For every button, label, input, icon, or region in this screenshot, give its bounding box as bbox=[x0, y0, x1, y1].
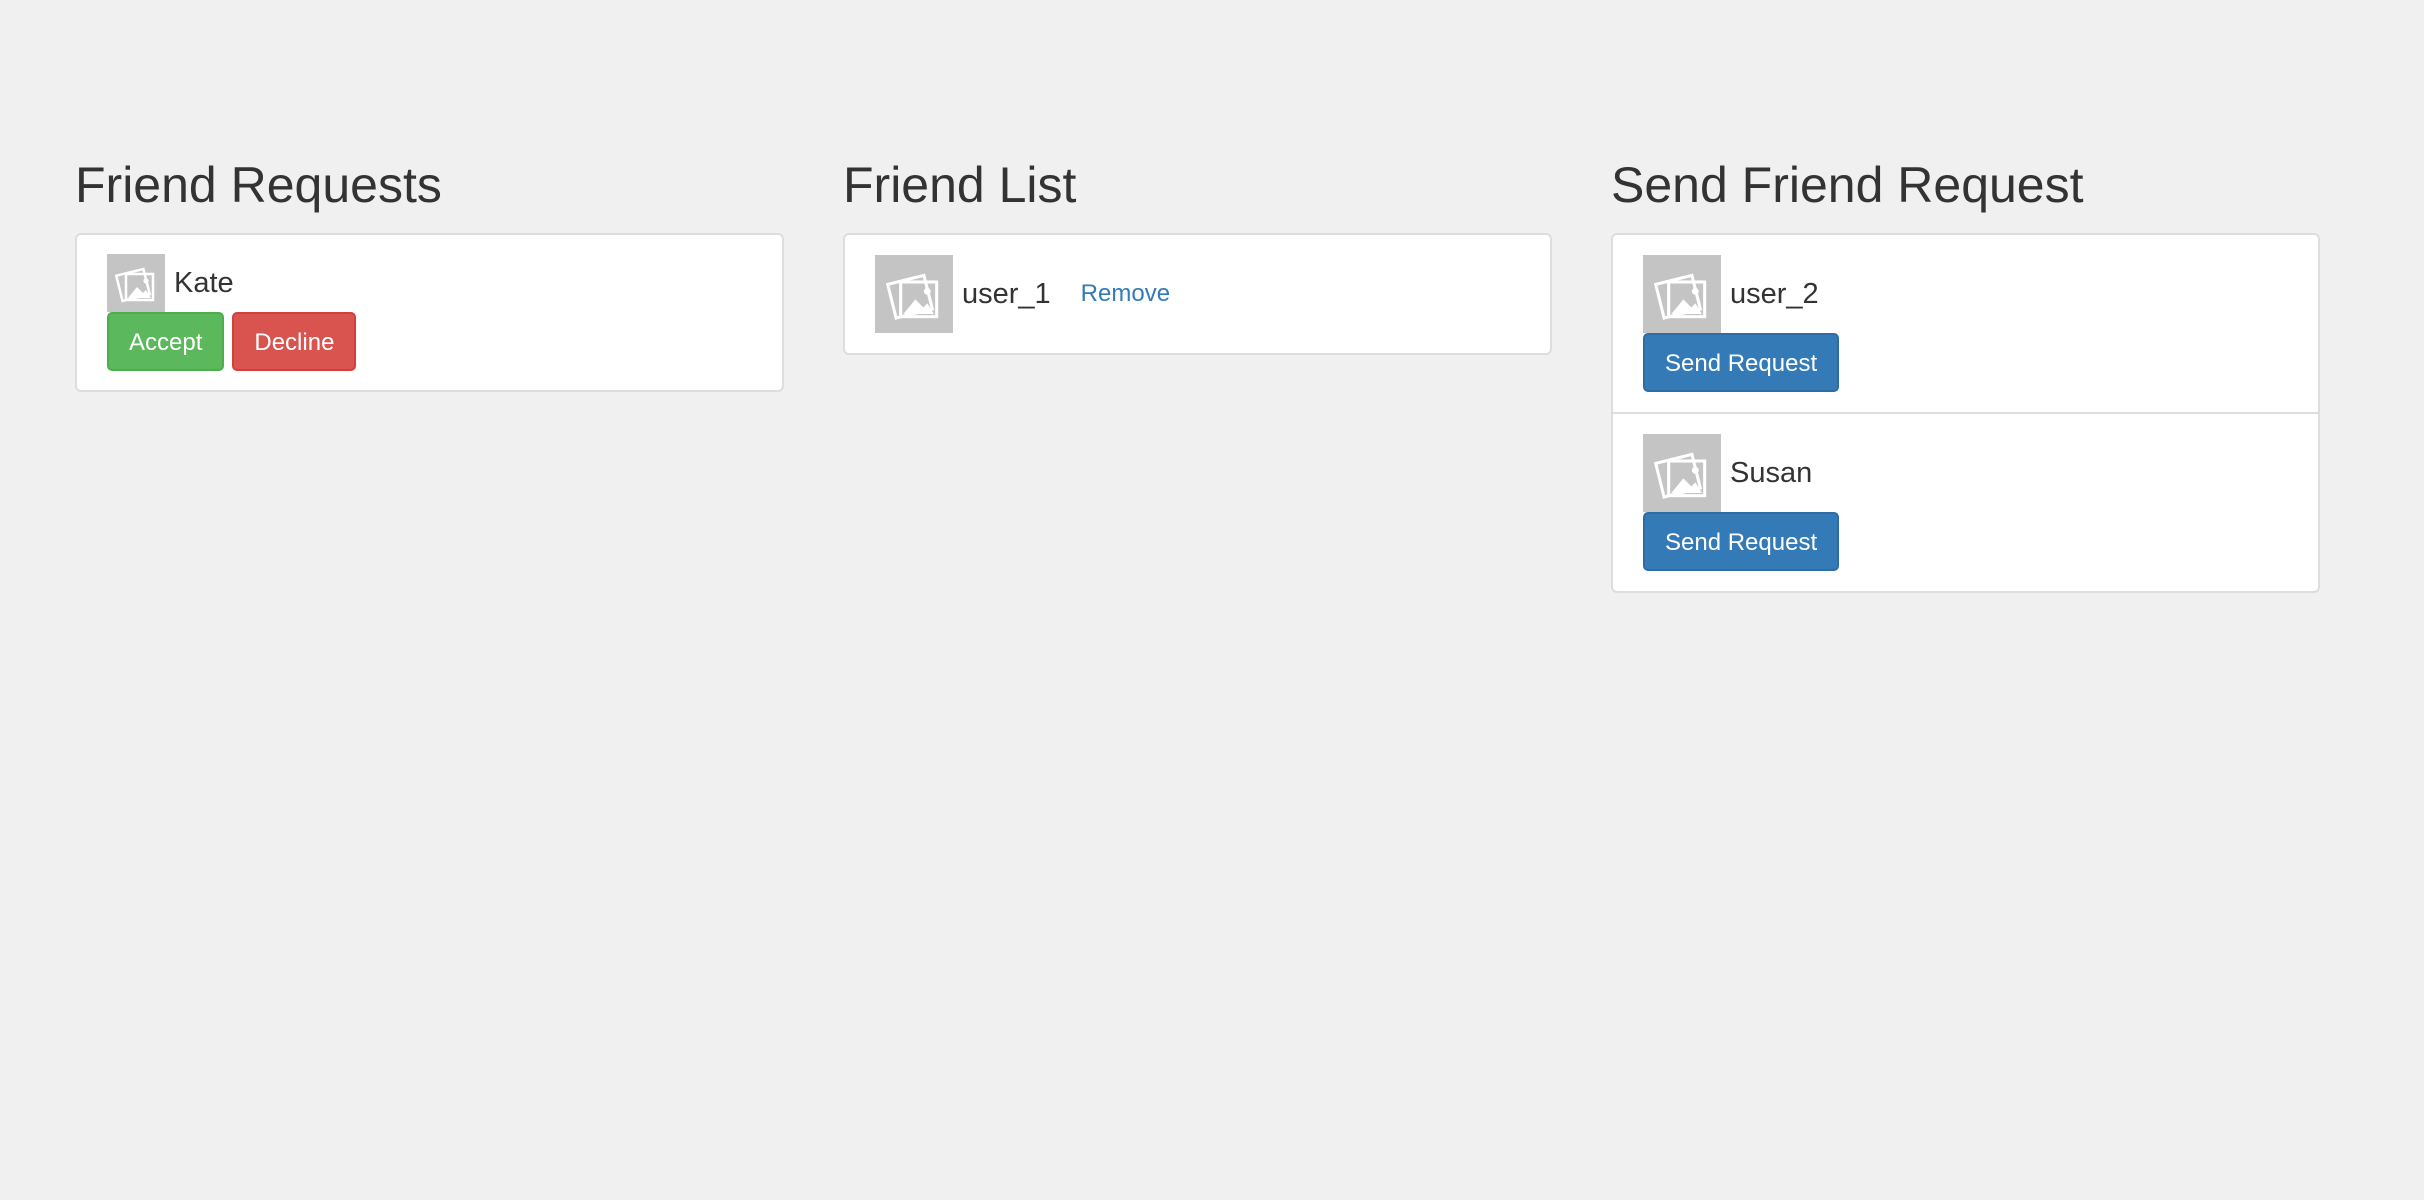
page: Friend Requests Kate Accept Decline Frie… bbox=[0, 0, 2424, 1200]
friend-name: user_1 bbox=[962, 277, 1051, 310]
friend-request-item: Kate Accept Decline bbox=[77, 235, 782, 390]
image-placeholder-icon bbox=[875, 255, 953, 333]
suggested-user-name: Susan bbox=[1730, 456, 1813, 489]
friend-requests-panel: Kate Accept Decline bbox=[75, 233, 784, 392]
decline-button[interactable]: Decline bbox=[232, 312, 357, 371]
image-placeholder-icon bbox=[107, 254, 165, 312]
friend-request-user: Kate bbox=[107, 254, 752, 312]
send-friend-request-title: Send Friend Request bbox=[1611, 157, 2084, 213]
send-request-button[interactable]: Send Request bbox=[1643, 333, 1840, 392]
remove-link[interactable]: Remove bbox=[1081, 280, 1170, 308]
suggested-user-name: user_2 bbox=[1730, 277, 1819, 310]
suggested-user: Susan bbox=[1643, 434, 2288, 512]
friend-list-section: Friend List user_1 Remove bbox=[843, 150, 1552, 355]
friend-list-panel: user_1 Remove bbox=[843, 233, 1552, 355]
suggested-user-item: user_2 Send Request bbox=[1613, 235, 2318, 412]
friend-requests-section: Friend Requests Kate Accept Decline bbox=[75, 150, 784, 392]
suggested-user-actions: Send Request bbox=[1643, 512, 2288, 571]
send-friend-request-panel: user_2 Send Request Susan Send Request bbox=[1611, 233, 2320, 593]
image-placeholder-icon bbox=[1643, 255, 1721, 333]
accept-button[interactable]: Accept bbox=[107, 312, 225, 371]
suggested-user-actions: Send Request bbox=[1643, 333, 2288, 392]
friend-requests-title: Friend Requests bbox=[75, 157, 442, 213]
send-friend-request-section: Send Friend Request user_2 Send Request … bbox=[1611, 150, 2320, 593]
friend-list-item: user_1 Remove bbox=[845, 235, 1550, 353]
friend-request-actions: Accept Decline bbox=[107, 312, 752, 371]
suggested-user: user_2 bbox=[1643, 255, 2288, 333]
friend-list-user: user_1 Remove bbox=[875, 255, 1520, 333]
image-placeholder-icon bbox=[1643, 434, 1721, 512]
friend-list-title: Friend List bbox=[843, 157, 1077, 213]
suggested-user-item: Susan Send Request bbox=[1613, 412, 2318, 591]
send-request-button[interactable]: Send Request bbox=[1643, 512, 1840, 571]
friend-request-name: Kate bbox=[174, 266, 234, 299]
